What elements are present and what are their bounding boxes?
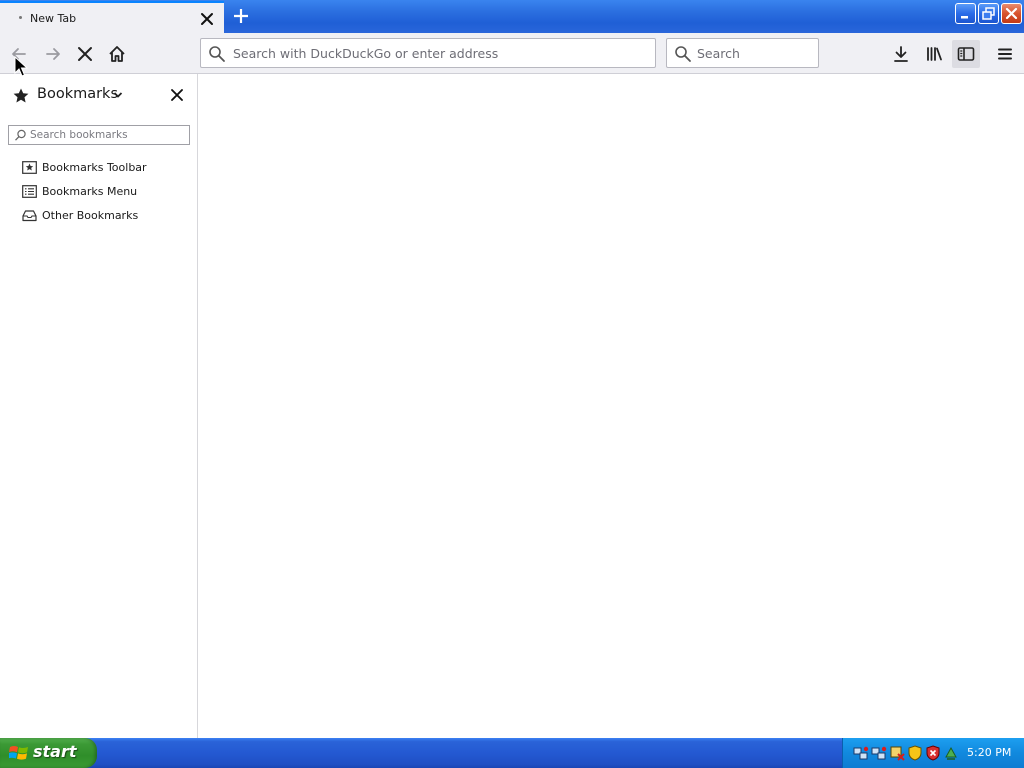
- window-minimize-button[interactable]: [955, 3, 976, 24]
- search-icon: [675, 46, 691, 62]
- mouse-cursor-icon: [14, 56, 28, 77]
- security-shield-icon[interactable]: [907, 745, 923, 761]
- bookmarks-sidebar: Bookmarks Bookmarks Toolbar Bookmarks Me…: [0, 74, 198, 738]
- system-tray: 5:20 PM: [842, 738, 1024, 768]
- downloads-button[interactable]: [887, 40, 915, 68]
- network-icon[interactable]: [853, 745, 869, 761]
- security-alert-shield-icon[interactable]: [925, 745, 941, 761]
- address-bar[interactable]: [200, 38, 656, 68]
- close-x-icon: [1005, 7, 1018, 20]
- hamburger-icon: [998, 48, 1012, 60]
- navigation-toolbar: [0, 33, 1024, 74]
- stop-button[interactable]: [71, 40, 99, 68]
- new-tab-plus-icon[interactable]: [230, 5, 252, 27]
- bookmark-folder-menu[interactable]: Bookmarks Menu: [22, 182, 137, 200]
- windows-taskbar: start 5:20 PM: [0, 738, 1024, 768]
- search-input[interactable]: [697, 43, 812, 63]
- other-bookmarks-icon: [22, 209, 37, 221]
- bookmarks-toolbar-icon: [22, 160, 37, 174]
- address-input[interactable]: [233, 43, 643, 63]
- bookmark-folder-toolbar[interactable]: Bookmarks Toolbar: [22, 158, 147, 176]
- network-icon[interactable]: [871, 745, 887, 761]
- start-button[interactable]: start: [0, 738, 97, 768]
- restore-icon: [982, 7, 995, 20]
- sidebar-toggle-button[interactable]: [952, 40, 980, 68]
- chevron-down-icon[interactable]: [113, 90, 123, 100]
- bookmark-folder-label: Bookmarks Menu: [42, 184, 138, 198]
- minimize-icon: [961, 16, 968, 19]
- bookmarks-search-box[interactable]: [8, 125, 190, 145]
- tab-strip: New Tab: [0, 0, 1024, 33]
- tab-new-tab[interactable]: New Tab: [0, 1, 224, 33]
- bookmarks-search-input[interactable]: [30, 127, 186, 143]
- sidebar-title[interactable]: Bookmarks: [37, 86, 118, 102]
- page-content-area[interactable]: [198, 74, 1024, 738]
- bookmark-folder-label: Other Bookmarks: [42, 208, 139, 222]
- bookmark-folder-label: Bookmarks Toolbar: [42, 160, 147, 174]
- update-icon[interactable]: [943, 745, 959, 761]
- home-button[interactable]: [103, 40, 131, 68]
- library-icon: [927, 47, 942, 61]
- sidebar-close-icon[interactable]: [169, 87, 185, 103]
- bookmarks-menu-icon: [22, 184, 37, 198]
- taskbar-clock[interactable]: 5:20 PM: [967, 746, 1011, 759]
- search-icon: [209, 46, 225, 62]
- window-close-button[interactable]: [1001, 3, 1022, 24]
- window-restore-button[interactable]: [978, 3, 999, 24]
- bookmark-folder-other[interactable]: Other Bookmarks: [22, 206, 138, 224]
- stop-x-icon: [78, 47, 92, 61]
- home-icon: [109, 46, 125, 62]
- library-button[interactable]: [920, 40, 948, 68]
- star-icon: [13, 88, 29, 103]
- windows-flag-icon: [9, 746, 28, 760]
- hamburger-menu-button[interactable]: [991, 40, 1019, 68]
- forward-arrow-icon: [46, 48, 60, 60]
- sidebar-icon: [957, 47, 975, 61]
- tab-loading-dot-icon: [19, 16, 22, 19]
- tab-close-icon[interactable]: [198, 10, 216, 28]
- search-bar[interactable]: [666, 38, 819, 68]
- search-icon: [15, 129, 26, 141]
- forward-button[interactable]: [39, 40, 67, 68]
- download-arrow-icon: [894, 46, 908, 62]
- start-label: start: [33, 742, 77, 761]
- alert-icon[interactable]: [889, 745, 905, 761]
- tab-title: New Tab: [30, 12, 77, 25]
